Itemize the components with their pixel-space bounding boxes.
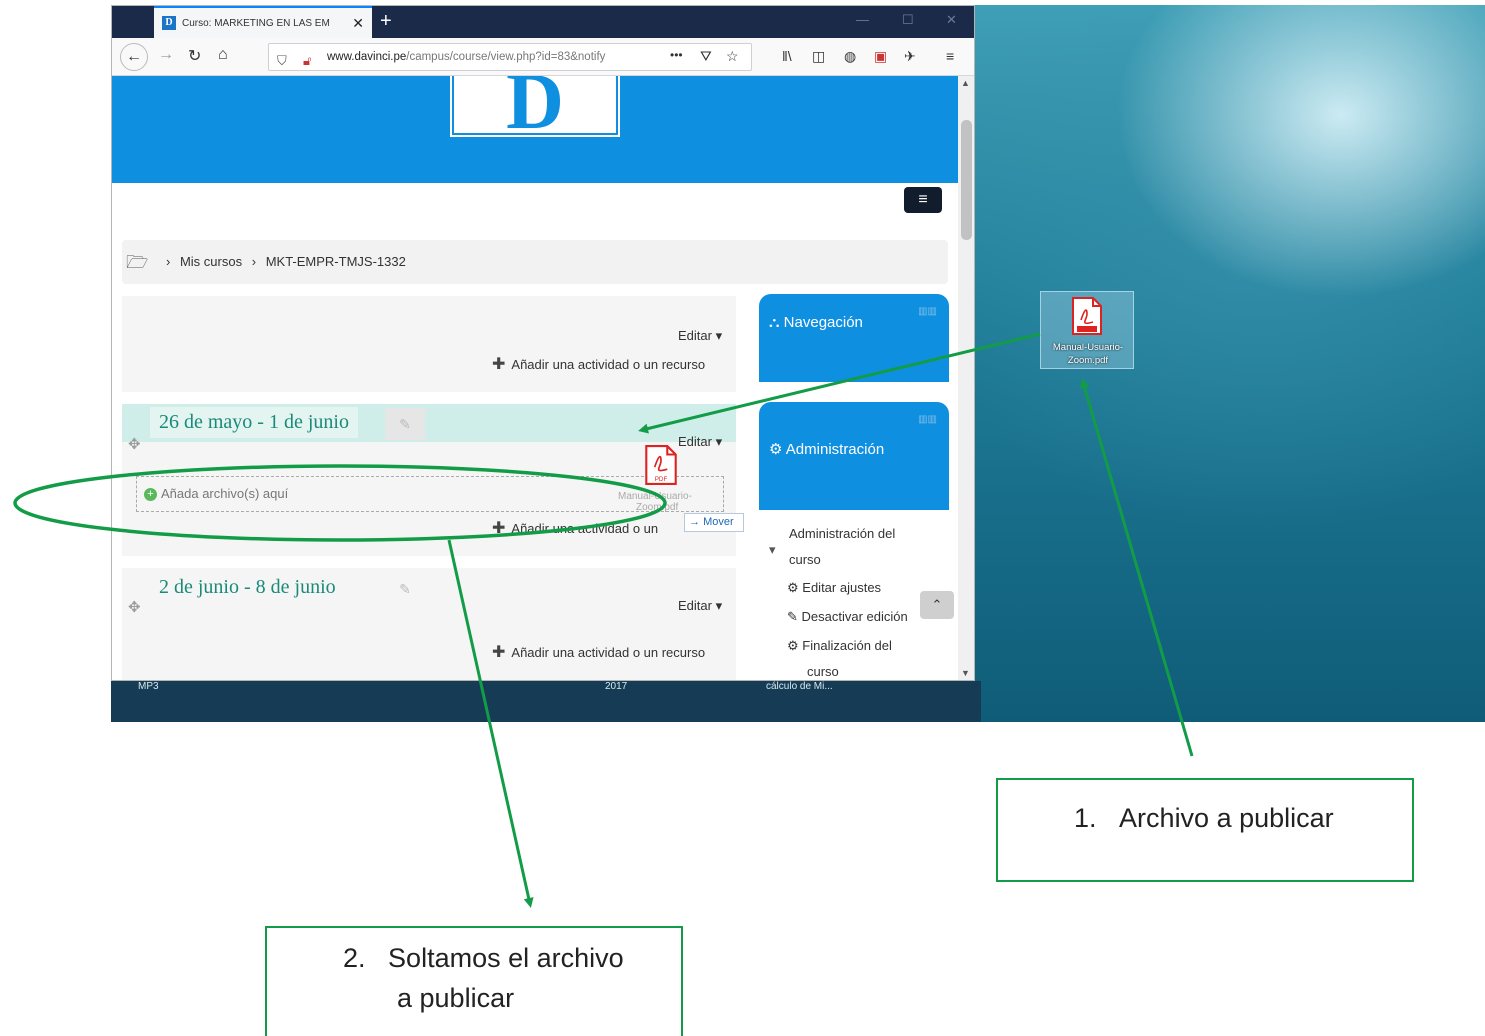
step1-text: 1. Archivo a publicar: [1074, 803, 1334, 833]
drop-zone-highlight-ellipse: [13, 464, 667, 542]
step1-arrow: [1079, 378, 1194, 757]
step2-text: 2. Soltamos el archivo a publicar: [343, 943, 624, 1013]
drag-arrow: [638, 332, 1041, 434]
step2-arrow: [447, 539, 534, 908]
